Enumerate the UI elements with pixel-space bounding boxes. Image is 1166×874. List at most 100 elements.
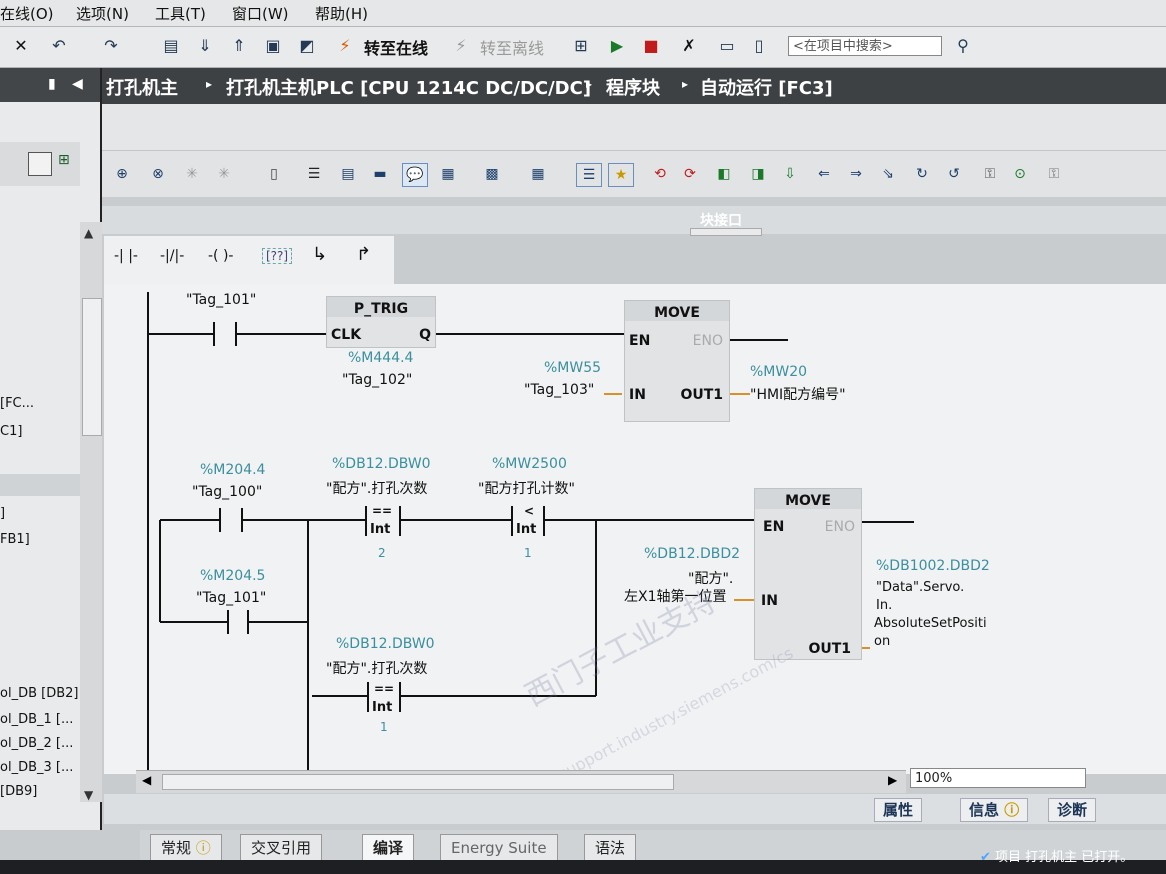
branch-icon[interactable]: ⇘ bbox=[876, 163, 900, 185]
tree-item[interactable]: ol_DB [DB2] bbox=[0, 686, 78, 701]
append-row-icon[interactable]: ✳ bbox=[212, 163, 236, 185]
padlock-icon[interactable]: ⚿ bbox=[1042, 163, 1066, 185]
refresh-icon[interactable]: ↻ bbox=[910, 163, 934, 185]
tab-properties[interactable]: 属性 bbox=[874, 798, 923, 822]
empty-box-icon[interactable]: [??] bbox=[262, 248, 293, 264]
update-icon[interactable]: ◨ bbox=[746, 163, 770, 185]
tree-item[interactable]: [FC... bbox=[0, 396, 34, 411]
go-online-button[interactable]: 转至在线 bbox=[364, 35, 428, 59]
tab-general[interactable]: 常规 ⓘ bbox=[150, 834, 222, 862]
stop-cpu-icon[interactable]: ■ bbox=[640, 34, 662, 58]
monitor-icon[interactable]: ⇩ bbox=[778, 163, 802, 185]
insert-network-icon[interactable]: ⊕ bbox=[110, 163, 134, 185]
go-offline-button[interactable]: 转至离线 bbox=[480, 35, 544, 59]
menu-help[interactable]: 帮助(H) bbox=[315, 3, 368, 24]
go-online-icon[interactable]: ⚡ bbox=[334, 34, 356, 58]
split-vertical-icon[interactable]: ▯ bbox=[748, 34, 770, 58]
reset-icon[interactable]: ▯ bbox=[262, 163, 286, 185]
accessible-devices-icon[interactable]: ⊞ bbox=[570, 34, 592, 58]
tree-pin-icon[interactable]: ▮ bbox=[48, 76, 56, 92]
go-offline-icon[interactable]: ⚡ bbox=[450, 34, 472, 58]
menu-online[interactable]: 在线(O) bbox=[0, 3, 54, 24]
scroll-left-icon[interactable]: ◀ bbox=[142, 773, 151, 787]
download-icon[interactable]: ⇓ bbox=[194, 34, 216, 58]
step-back-icon[interactable]: ⇐ bbox=[812, 163, 836, 185]
collapse-left-icon[interactable]: ◀ bbox=[72, 76, 83, 92]
scroll-right-icon[interactable]: ▶ bbox=[888, 773, 897, 787]
lock-icon[interactable]: ⚿ bbox=[978, 163, 1002, 185]
menu-window[interactable]: 窗口(W) bbox=[232, 3, 289, 24]
tree-item[interactable]: ol_DB_3 [... bbox=[0, 760, 73, 775]
menu-options[interactable]: 选项(N) bbox=[76, 3, 129, 24]
scroll-thumb[interactable] bbox=[82, 298, 102, 436]
breadcrumb-project[interactable]: 打孔机主 bbox=[106, 74, 178, 100]
open-all-networks-icon[interactable]: ☰ bbox=[302, 163, 326, 185]
block-interface-label[interactable]: 块接口 bbox=[700, 210, 742, 230]
interface-splitter[interactable] bbox=[690, 228, 762, 236]
undo-icon[interactable]: ↶ bbox=[48, 34, 70, 58]
list-icon[interactable]: ☰ bbox=[576, 163, 602, 187]
comments-icon[interactable]: 💬 bbox=[402, 163, 428, 187]
star-icon[interactable]: ★ bbox=[608, 163, 634, 187]
step-next-icon[interactable]: ⇒ bbox=[844, 163, 868, 185]
tree-item[interactable]: [DB9] bbox=[0, 784, 37, 799]
open-branch-icon[interactable]: ↳ bbox=[312, 244, 327, 265]
tree-view-icon[interactable] bbox=[28, 152, 52, 176]
tree-item[interactable]: FB1] bbox=[0, 532, 30, 547]
move-block-2[interactable]: MOVE EN ENO IN OUT1 bbox=[754, 488, 862, 660]
ptrig-block[interactable]: P_TRIG CLK Q bbox=[326, 296, 436, 348]
display-format-icon[interactable]: ▦ bbox=[526, 163, 550, 185]
cross-reference-icon[interactable]: ✗ bbox=[678, 34, 700, 58]
tree-add-icon[interactable]: ⊞ bbox=[58, 152, 70, 168]
coil-icon[interactable]: -( )- bbox=[208, 248, 233, 264]
network-view-icon[interactable]: ▬ bbox=[368, 163, 392, 185]
tab-diagnostics[interactable]: 诊断 bbox=[1048, 798, 1097, 822]
upload-icon[interactable]: ⇑ bbox=[228, 34, 250, 58]
search-go-icon[interactable]: ⚲ bbox=[952, 34, 974, 58]
abs-operand-icon[interactable]: ▦ bbox=[436, 163, 460, 185]
next-error-icon[interactable]: ⟳ bbox=[678, 163, 702, 185]
block-interface-bar[interactable]: 块接口 bbox=[102, 206, 1166, 236]
redo-icon[interactable]: ↷ bbox=[100, 34, 122, 58]
delete-icon[interactable]: ✕ bbox=[10, 34, 32, 58]
tree-vertical-scrollbar[interactable]: ▲ ▼ bbox=[80, 222, 102, 802]
tree-item-selected[interactable] bbox=[0, 474, 80, 496]
close-all-networks-icon[interactable]: ▤ bbox=[336, 163, 360, 185]
delete-network-icon[interactable]: ⊗ bbox=[146, 163, 170, 185]
lad-editor-canvas[interactable]: "Tag_101" P_TRIG CLK Q %M444.4 "Tag_102"… bbox=[104, 284, 1166, 784]
go-to-error-icon[interactable]: ⟲ bbox=[648, 163, 672, 185]
breadcrumb-block[interactable]: 自动运行 [FC3] bbox=[700, 74, 833, 100]
move-block-1[interactable]: MOVE EN ENO IN OUT1 bbox=[624, 300, 730, 422]
tab-syntax[interactable]: 语法 bbox=[584, 834, 637, 862]
tab-cross-reference[interactable]: 交叉引用 bbox=[240, 834, 323, 862]
no-contact-icon[interactable]: -| |- bbox=[114, 248, 138, 264]
start-cpu-icon[interactable]: ▶ bbox=[606, 34, 628, 58]
tab-info[interactable]: 信息 ⓘ bbox=[960, 798, 1029, 822]
reload-icon[interactable]: ↺ bbox=[942, 163, 966, 185]
close-branch-icon[interactable]: ↱ bbox=[356, 244, 371, 265]
start-sim-icon[interactable]: ◩ bbox=[296, 34, 318, 58]
glasses-icon[interactable]: ⊙ bbox=[1008, 163, 1032, 185]
scroll-thumb[interactable] bbox=[162, 774, 674, 790]
simulate-icon[interactable]: ▣ bbox=[262, 34, 284, 58]
compare-icon[interactable]: ◧ bbox=[712, 163, 736, 185]
scroll-down-icon[interactable]: ▼ bbox=[84, 788, 93, 802]
tree-item[interactable]: ] bbox=[0, 506, 5, 521]
favorites-icon[interactable]: ▩ bbox=[480, 163, 504, 185]
breadcrumb-plc[interactable]: 打孔机主机PLC [CPU 1214C DC/DC/DC] bbox=[226, 74, 591, 100]
compile-icon[interactable]: ▤ bbox=[160, 34, 182, 58]
tab-compile[interactable]: 编译 bbox=[362, 834, 415, 862]
menu-tools[interactable]: 工具(T) bbox=[155, 3, 206, 24]
editor-horizontal-scrollbar[interactable]: ◀ ▶ bbox=[136, 770, 906, 793]
project-search-input[interactable]: <在项目中搜索> bbox=[788, 36, 942, 56]
tree-item[interactable]: ol_DB_1 [... bbox=[0, 712, 73, 727]
nc-contact-icon[interactable]: -|/|- bbox=[160, 248, 184, 264]
tab-energy-suite[interactable]: Energy Suite bbox=[440, 834, 558, 862]
scroll-up-icon[interactable]: ▲ bbox=[84, 226, 93, 240]
zoom-select[interactable]: 100% bbox=[910, 768, 1086, 788]
tree-item[interactable]: ol_DB_2 [... bbox=[0, 736, 73, 751]
insert-row-icon[interactable]: ✳ bbox=[180, 163, 204, 185]
breadcrumb-program-blocks[interactable]: 程序块 bbox=[606, 74, 660, 100]
split-horizontal-icon[interactable]: ▭ bbox=[716, 34, 738, 58]
tree-item[interactable]: C1] bbox=[0, 424, 22, 439]
